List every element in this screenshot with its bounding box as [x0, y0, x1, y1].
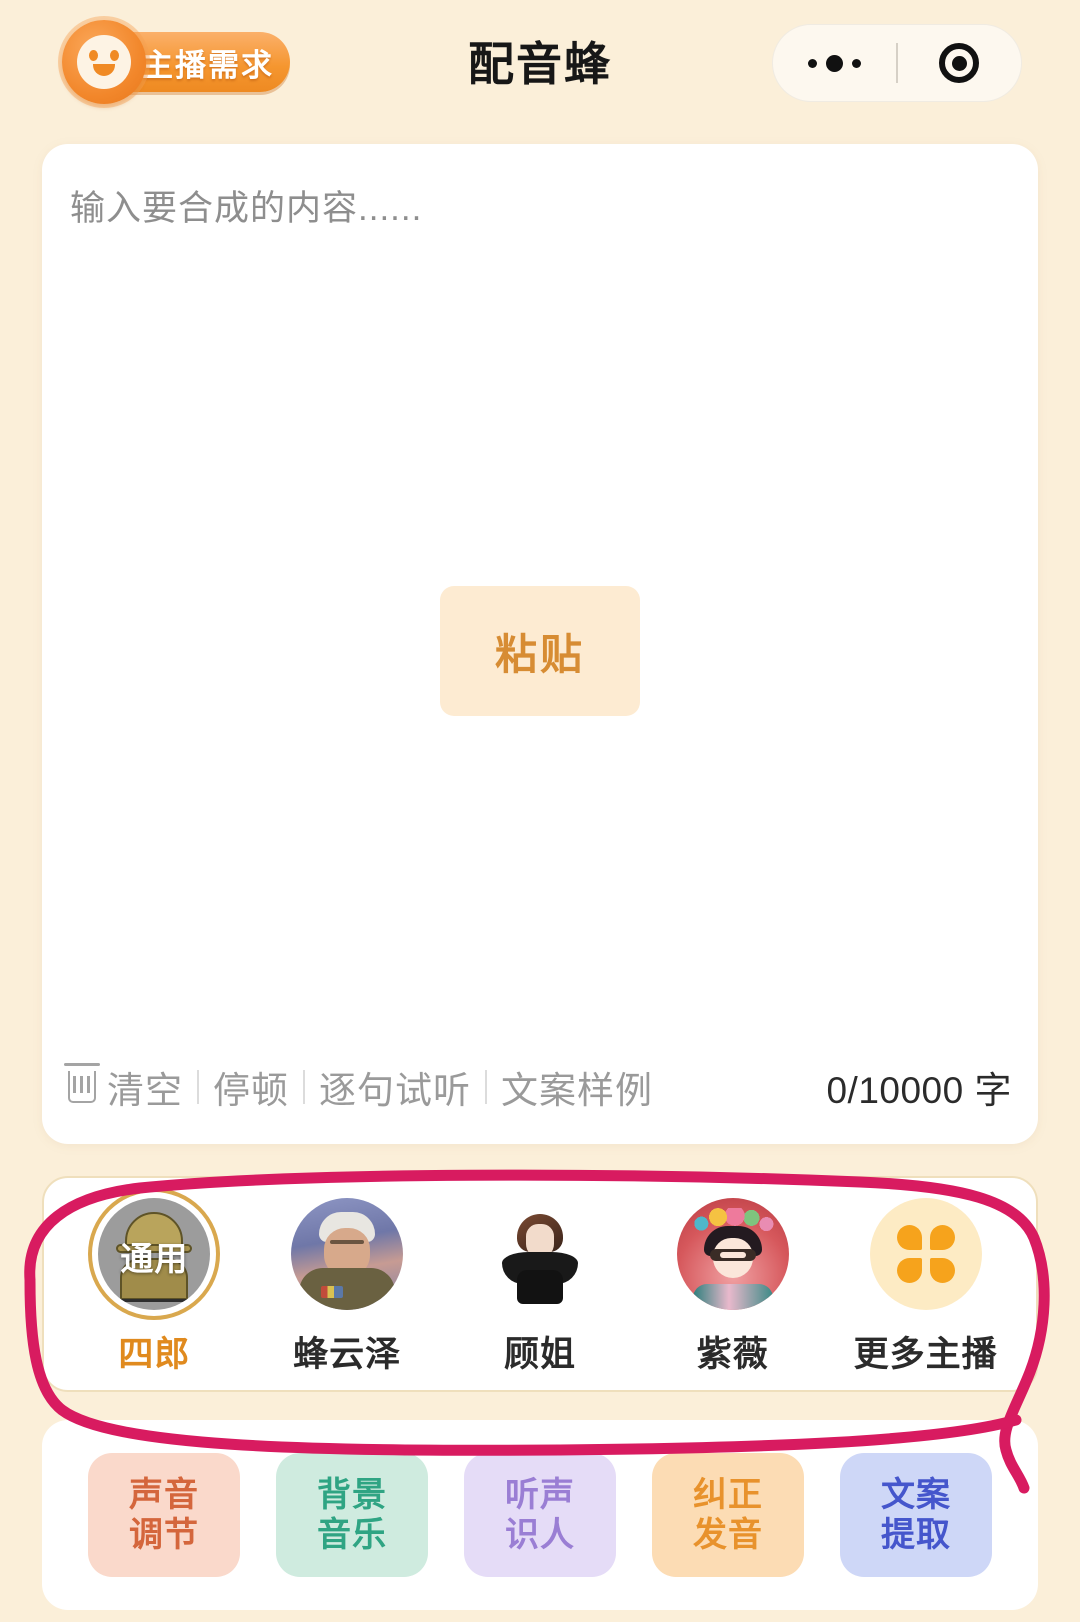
voice-avatar-ring[interactable]	[478, 1192, 602, 1316]
voice-label: 紫薇	[696, 1334, 769, 1374]
more-dots-icon	[808, 54, 862, 72]
text-editor-card[interactable]: 输入要合成的内容...... 粘贴 清空 停顿 逐句试听 文案样例 0/1000…	[42, 144, 1038, 1144]
paste-button[interactable]: 粘贴	[440, 586, 640, 716]
chip-voice-recognition[interactable]: 听声 识人	[464, 1453, 616, 1577]
toolbar-separator	[197, 1070, 199, 1104]
trash-icon	[64, 1063, 100, 1103]
voice-avatar-ring[interactable]	[671, 1192, 795, 1316]
chip-line2: 发音	[693, 1516, 763, 1554]
voice-avatar-selected-ring[interactable]: 通用	[92, 1192, 216, 1316]
target-circle-icon	[939, 43, 980, 83]
chip-pronunciation-correction[interactable]: 纠正 发音	[652, 1453, 804, 1577]
generic-soldier-avatar: 通用	[98, 1197, 211, 1310]
character-counter: 0/10000 字	[826, 1070, 1012, 1111]
app-header: 主播需求 配音蜂	[0, 0, 1080, 128]
voice-item-ziWei[interactable]: 紫薇	[643, 1192, 823, 1377]
voice-item-guJie[interactable]: 顾姐	[450, 1192, 630, 1377]
capsule-close-button[interactable]	[898, 25, 1021, 101]
voice-label: 更多主播	[853, 1334, 998, 1374]
feature-chips-card: 声音 调节 背景 音乐 听声 识人 纠正 发音 文案 提取	[42, 1420, 1038, 1610]
script-sample-button[interactable]: 文案样例	[501, 1060, 653, 1114]
voice-avatar-ring[interactable]	[864, 1192, 988, 1316]
chip-line2: 调节	[129, 1516, 199, 1554]
pause-button[interactable]: 停顿	[213, 1060, 289, 1114]
capsule-menu-button[interactable]	[773, 25, 896, 101]
voice-label: 蜂云泽	[293, 1334, 402, 1374]
voice-item-fengYunZe[interactable]: 蜂云泽	[257, 1192, 437, 1377]
chip-script-extraction[interactable]: 文案 提取	[840, 1453, 992, 1577]
voice-item-more[interactable]: 更多主播	[836, 1192, 1016, 1377]
chip-line2: 提取	[881, 1516, 951, 1554]
editor-tool-group: 清空 停顿 逐句试听 文案样例	[64, 1060, 826, 1114]
chip-line1: 纠正	[693, 1475, 763, 1514]
military-officer-avatar	[291, 1197, 404, 1310]
sentence-preview-button[interactable]: 逐句试听	[319, 1060, 471, 1114]
voice-item-siLang[interactable]: 通用 四郎	[64, 1192, 244, 1377]
chip-line1: 听声	[505, 1475, 575, 1514]
qing-princess-avatar	[676, 1197, 789, 1310]
toolbar-separator	[303, 1070, 305, 1104]
wechat-capsule[interactable]	[772, 24, 1022, 102]
chip-voice-adjust[interactable]: 声音 调节	[88, 1453, 240, 1577]
chip-line1: 背景	[317, 1475, 387, 1514]
chip-line1: 声音	[129, 1475, 199, 1514]
clear-label: 清空	[107, 1070, 183, 1111]
chip-background-music[interactable]: 背景 音乐	[276, 1453, 428, 1577]
chip-line2: 音乐	[317, 1516, 387, 1554]
clover-more-icon	[869, 1197, 982, 1310]
editor-toolbar: 清空 停顿 逐句试听 文案样例 0/10000 字	[42, 1052, 1038, 1122]
woman-black-dress-avatar	[483, 1197, 596, 1310]
voice-label: 四郎	[118, 1334, 191, 1374]
voice-selector-card[interactable]: 通用 四郎 蜂云泽 顾姐 紫薇 更多主播	[42, 1176, 1038, 1392]
generic-badge-label: 通用	[120, 1239, 189, 1277]
editor-placeholder: 输入要合成的内容......	[70, 189, 423, 228]
chip-line2: 识人	[505, 1516, 575, 1554]
toolbar-separator	[485, 1070, 487, 1104]
clear-button[interactable]: 清空	[64, 1060, 183, 1114]
voice-label: 顾姐	[503, 1334, 576, 1374]
chip-line1: 文案	[881, 1475, 951, 1514]
voice-avatar-ring[interactable]	[285, 1192, 409, 1316]
